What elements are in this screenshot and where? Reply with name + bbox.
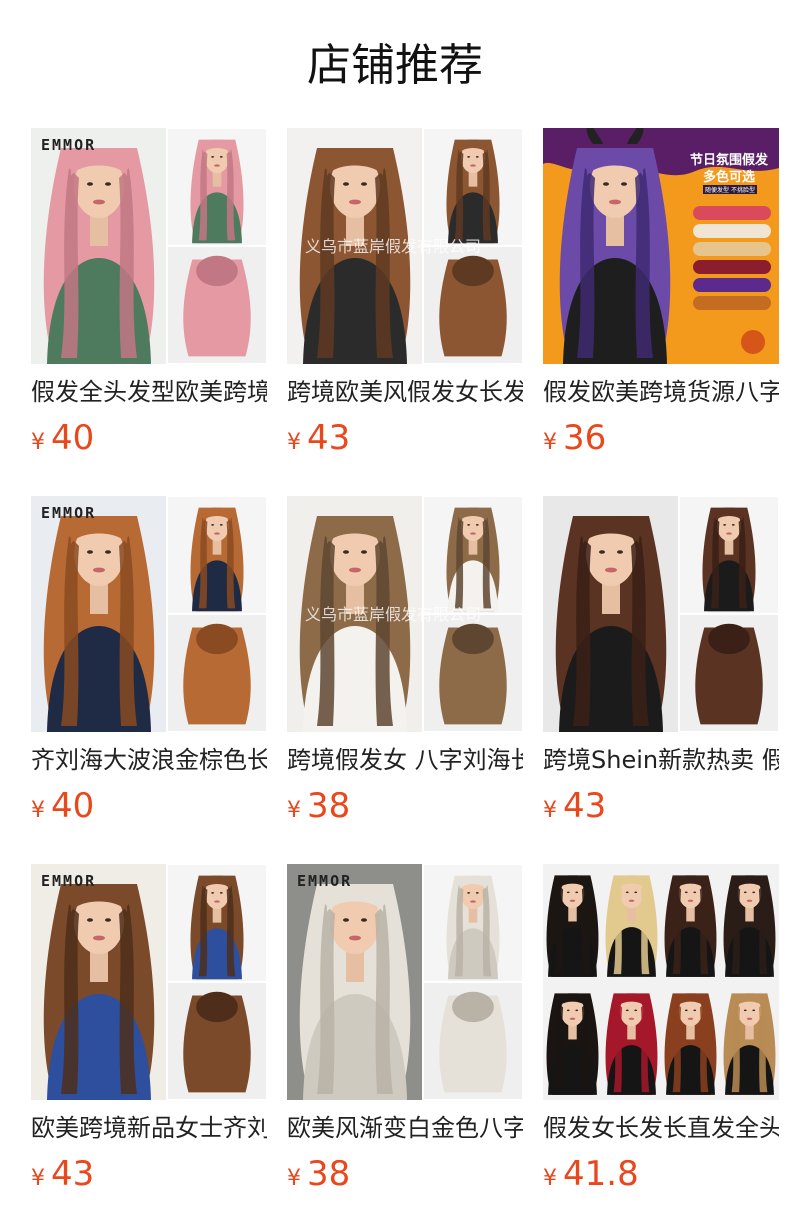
product-photo (543, 496, 779, 732)
price-value: 40 (51, 786, 95, 826)
product-name[interactable]: 跨境Shein新款热卖 假发女 (543, 743, 779, 777)
product-name[interactable]: 欧美跨境新品女士齐刘海长卷发 (31, 1111, 267, 1145)
product-photo: EMMOR (31, 864, 267, 1100)
product-price: ¥43 (287, 416, 350, 460)
currency-symbol: ¥ (31, 1166, 45, 1191)
price-value: 36 (563, 418, 607, 458)
product-image[interactable] (543, 496, 779, 732)
product-card[interactable]: 义乌市蓝岸假发有限公司跨境欧美风假发女长发 ¥43 (287, 128, 523, 468)
product-name[interactable]: 跨境欧美风假发女长发 (287, 375, 523, 409)
product-image[interactable]: 节日氛围假发 多色可选 随便发型 不挑脸型 (543, 128, 779, 364)
product-card[interactable]: 义乌市蓝岸假发有限公司跨境假发女 八字刘海长卷发 ¥38 (287, 496, 523, 836)
product-image[interactable]: 义乌市蓝岸假发有限公司 (287, 496, 523, 732)
product-card[interactable]: EMMOR 齐刘海大波浪金棕色长卷发 ¥40 (31, 496, 267, 836)
brand-logo: EMMOR (41, 504, 96, 522)
price-value: 43 (307, 418, 351, 458)
brand-logo: EMMOR (297, 872, 352, 890)
product-price: ¥40 (31, 784, 94, 828)
product-price: ¥41.8 (543, 1152, 639, 1196)
currency-symbol: ¥ (287, 430, 301, 455)
product-image[interactable]: EMMOR (31, 128, 267, 364)
brand-logo: EMMOR (41, 872, 96, 890)
product-name[interactable]: 假发全头发型欧美跨境长直发 (31, 375, 267, 409)
product-image[interactable]: 义乌市蓝岸假发有限公司 (287, 128, 523, 364)
product-price: ¥40 (31, 416, 94, 460)
product-photo: 节日氛围假发多色可选随便发型 不挑脸型 (543, 128, 779, 364)
product-grid: EMMOR假发全头发型欧美跨境长直发¥40义乌市蓝岸假发有限公司跨境欧美风假发女… (31, 128, 779, 1218)
price-value: 38 (307, 1154, 351, 1194)
product-image[interactable]: EMMOR (287, 864, 523, 1100)
product-name[interactable]: 齐刘海大波浪金棕色长卷发 (31, 743, 267, 777)
currency-symbol: ¥ (31, 430, 45, 455)
product-price: ¥38 (287, 1152, 350, 1196)
brand-logo: EMMOR (41, 136, 96, 154)
product-name[interactable]: 假发女长发长直发全头套 (543, 1111, 779, 1145)
product-image[interactable]: EMMOR (31, 496, 267, 732)
banner-caption: 随便发型 不挑脸型 (705, 186, 755, 194)
product-name[interactable]: 欧美风渐变白金色八字刘海 (287, 1111, 523, 1145)
watermark: 义乌市蓝岸假发有限公司 (305, 237, 481, 256)
product-price: ¥38 (287, 784, 350, 828)
product-card[interactable]: 跨境Shein新款热卖 假发女 ¥43 (543, 496, 779, 836)
product-card[interactable]: EMMOR 假发全头发型欧美跨境长直发 ¥40 (31, 128, 267, 468)
product-card[interactable]: EMMOR 欧美风渐变白金色八字刘海 ¥38 (287, 864, 523, 1204)
banner-subheadline: 多色可选 (703, 169, 755, 185)
price-value: 43 (563, 786, 607, 826)
price-value: 41.8 (563, 1154, 639, 1194)
currency-symbol: ¥ (543, 430, 557, 455)
currency-symbol: ¥ (543, 1166, 557, 1191)
product-price: ¥43 (31, 1152, 94, 1196)
currency-symbol: ¥ (31, 798, 45, 823)
product-photo: EMMOR (31, 128, 267, 364)
product-card[interactable]: 节日氛围假发多色可选随便发型 不挑脸型假发欧美跨境货源八字刘海 ¥36 (543, 128, 779, 468)
product-name[interactable]: 假发欧美跨境货源八字刘海 (543, 375, 779, 409)
currency-symbol: ¥ (287, 1166, 301, 1191)
product-photo: EMMOR (287, 864, 523, 1100)
product-image[interactable]: EMMOR (31, 864, 267, 1100)
product-card[interactable]: 假发女长发长直发全头套 ¥41.8 (543, 864, 779, 1204)
product-photo (543, 864, 779, 1100)
product-photo: EMMOR (31, 496, 267, 732)
banner-headline: 节日氛围假发 (690, 152, 769, 168)
product-price: ¥36 (543, 416, 606, 460)
product-card[interactable]: EMMOR 欧美跨境新品女士齐刘海长卷发 ¥43 (31, 864, 267, 1204)
currency-symbol: ¥ (287, 798, 301, 823)
page-title: 店铺推荐 (307, 40, 483, 91)
watermark: 义乌市蓝岸假发有限公司 (305, 605, 481, 624)
price-value: 40 (51, 418, 95, 458)
price-value: 43 (51, 1154, 95, 1194)
product-photo: 义乌市蓝岸假发有限公司 (287, 496, 523, 732)
product-price: ¥43 (543, 784, 606, 828)
product-name[interactable]: 跨境假发女 八字刘海长卷发 (287, 743, 523, 777)
product-photo: 义乌市蓝岸假发有限公司 (287, 128, 523, 364)
product-image[interactable] (543, 864, 779, 1100)
currency-symbol: ¥ (543, 798, 557, 823)
price-value: 38 (307, 786, 351, 826)
